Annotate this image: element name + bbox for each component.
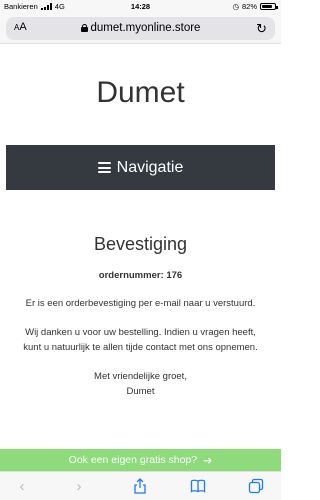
bookmarks-icon[interactable] <box>188 476 208 496</box>
confirmation-section: Bevestiging ordernummer: 176 Er is een o… <box>18 234 263 399</box>
browser-toolbar: ‹ › <box>0 471 281 500</box>
hamburger-icon <box>97 162 111 173</box>
forward-icon[interactable]: › <box>69 476 89 496</box>
email-notice: Er is een orderbevestiging per e-mail na… <box>25 298 256 309</box>
battery-area: ◷ 82% <box>232 2 278 11</box>
tabs-icon[interactable] <box>246 476 266 496</box>
battery-percent: 82% <box>241 2 257 11</box>
back-icon[interactable]: ‹ <box>12 476 32 496</box>
status-bar: Bankieren 4G 14:28 ◷ 82% <box>0 0 281 14</box>
signature: Dumet <box>126 386 155 397</box>
thanks-message: Wij danken u voor uw bestelling. Indien … <box>23 327 258 353</box>
navigation-toggle-button[interactable]: Navigatie <box>6 145 275 190</box>
sign-off: Met vriendelijke groet, Dumet <box>18 369 263 399</box>
reload-icon[interactable]: ↻ <box>256 21 267 37</box>
greeting: Met vriendelijke groet, <box>94 371 187 382</box>
url-display[interactable]: dumet.myonline.store <box>6 22 275 34</box>
lock-icon <box>80 24 88 32</box>
navigation-label: Navigatie <box>116 158 184 176</box>
site-title[interactable]: Dumet <box>0 76 281 110</box>
share-icon[interactable] <box>130 476 150 496</box>
promo-label: Ook een eigen gratis shop? <box>68 454 198 466</box>
free-shop-promo-button[interactable]: Ook een eigen gratis shop? ➜ <box>0 449 281 471</box>
order-number: ordernummer: 176 <box>98 270 183 281</box>
page-heading: Bevestiging <box>93 234 188 254</box>
browser-address-bar: AA dumet.myonline.store ↻ <box>0 14 281 44</box>
url-text: dumet.myonline.store <box>90 22 201 34</box>
url-field[interactable]: AA dumet.myonline.store ↻ <box>6 17 275 40</box>
battery-icon <box>260 3 278 10</box>
arrow-right-icon: ➜ <box>203 454 213 467</box>
alarm-icon: ◷ <box>232 2 239 11</box>
